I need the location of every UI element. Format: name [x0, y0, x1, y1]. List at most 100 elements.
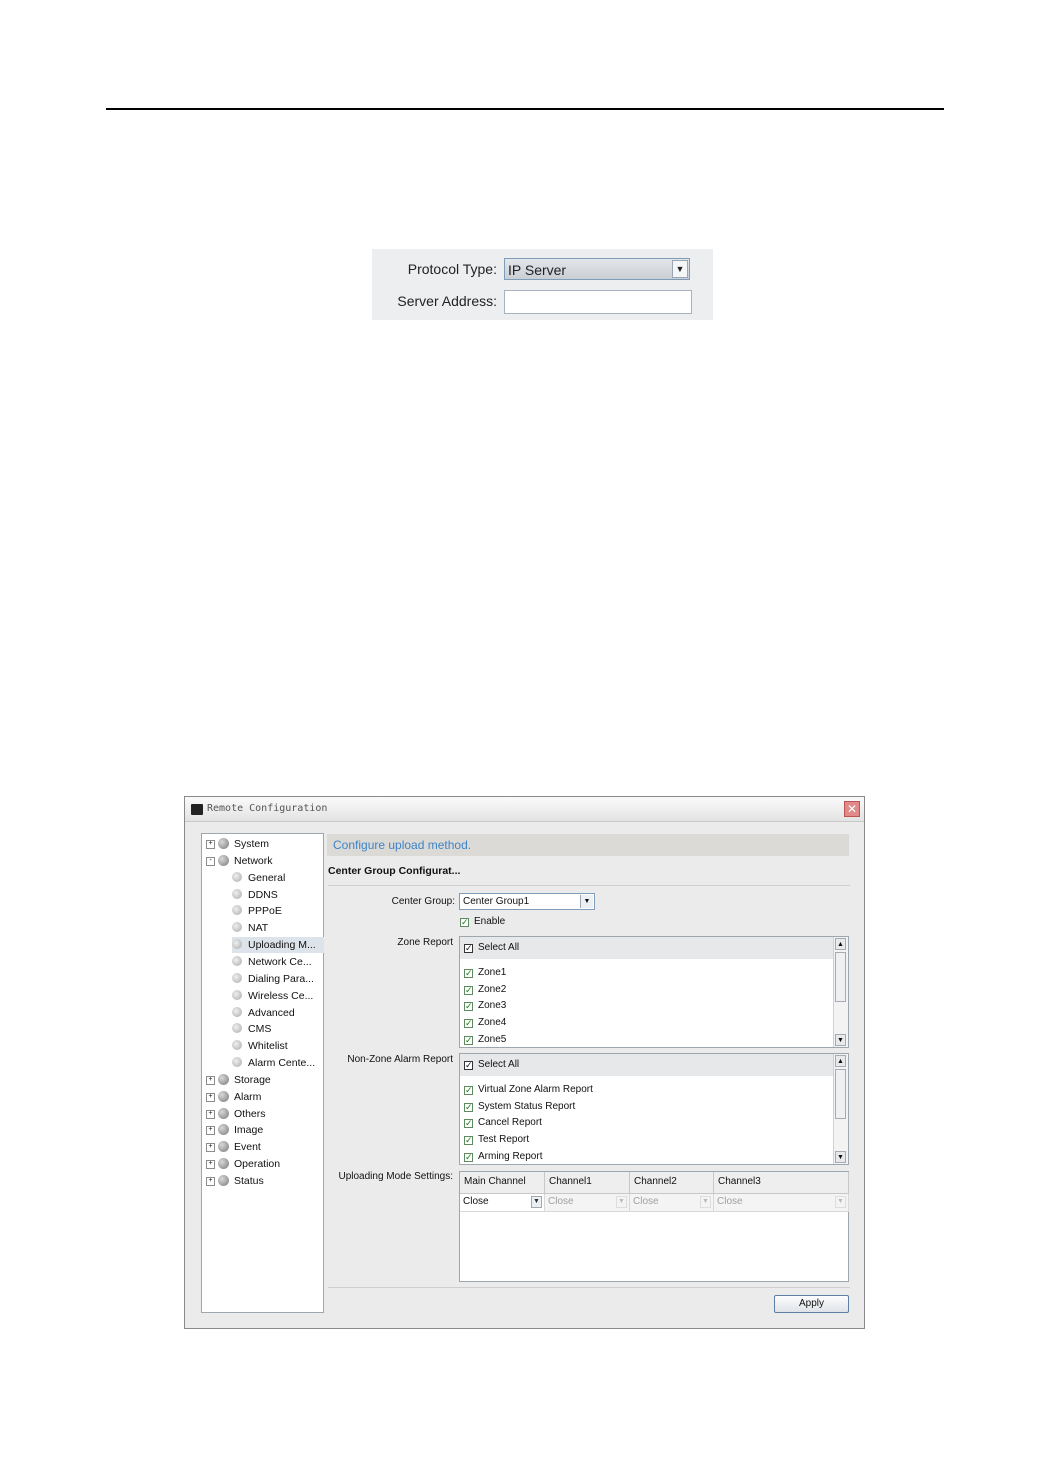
list-item-label: Cancel Report: [478, 1117, 542, 1129]
channel-mode-value: Close: [717, 1196, 743, 1207]
remote-configuration-window: Remote Configuration ✕ + System - Network Ge…: [184, 796, 865, 1329]
expand-icon[interactable]: +: [206, 1177, 215, 1186]
expand-icon[interactable]: +: [206, 1143, 215, 1153]
tree-item[interactable]: + Storage: [206, 1072, 271, 1088]
gear-icon: [232, 1040, 242, 1051]
list-item-label: System Status Report: [478, 1100, 576, 1112]
gear-icon: [232, 1057, 242, 1068]
column-header: Channel1: [545, 1172, 630, 1194]
item-checkbox[interactable]: ✓: [464, 1002, 473, 1012]
close-icon[interactable]: ✕: [844, 801, 860, 817]
item-checkbox[interactable]: ✓: [464, 1153, 473, 1162]
select-all-checkbox[interactable]: ✓: [464, 944, 473, 953]
chevron-down-icon[interactable]: ▼: [531, 1196, 542, 1208]
tree-item[interactable]: Whitelist: [232, 1038, 288, 1054]
scroll-thumb[interactable]: [835, 1069, 846, 1119]
tree-item-label: System: [234, 838, 270, 850]
center-group-value: Center Group1: [463, 896, 530, 907]
scroll-down-icon[interactable]: ▼: [835, 1151, 846, 1163]
tree-item[interactable]: + Operation: [206, 1156, 281, 1172]
config-tree: + System - Network General DDNS PPPoE NAT Upload…: [201, 833, 324, 1313]
folder-gear-icon: [218, 1175, 229, 1186]
expand-icon[interactable]: +: [206, 840, 215, 849]
enable-checkbox[interactable]: ✓: [460, 918, 469, 927]
item-checkbox[interactable]: ✓: [464, 968, 473, 978]
scroll-down-icon[interactable]: ▼: [835, 1034, 846, 1046]
item-checkbox[interactable]: ✓: [464, 1102, 473, 1112]
tree-item-label: Image: [234, 1124, 264, 1137]
tree-item[interactable]: Alarm Cente...: [232, 1055, 315, 1071]
item-checkbox[interactable]: ✓: [464, 1119, 473, 1129]
tree-item[interactable]: Wireless Ce...: [232, 988, 313, 1004]
folder-gear-icon: [218, 838, 229, 849]
tree-item-label: General: [248, 871, 286, 884]
tree-item[interactable]: Dialing Para...: [232, 971, 314, 987]
banner: Configure upload method.: [327, 834, 849, 856]
item-checkbox[interactable]: ✓: [464, 1085, 473, 1095]
channel-mode-value: Close: [463, 1196, 489, 1207]
expand-icon[interactable]: +: [206, 1109, 215, 1119]
tree-item-label: Alarm: [234, 1090, 262, 1103]
tree-item[interactable]: CMS: [232, 1021, 271, 1037]
apply-button[interactable]: Apply: [774, 1295, 849, 1313]
collapse-icon[interactable]: -: [206, 856, 215, 866]
server-address-input[interactable]: [504, 290, 692, 314]
item-checkbox[interactable]: ✓: [464, 985, 473, 995]
tree-item[interactable]: + Others: [206, 1106, 266, 1122]
divider: [328, 1287, 850, 1288]
tree-item-label: Network: [234, 854, 273, 867]
center-group-select[interactable]: Center Group1 ▼: [459, 893, 595, 910]
tree-item[interactable]: Uploading M...: [232, 937, 324, 954]
tree-item-label: Event: [234, 1141, 261, 1154]
page-rule: [106, 108, 944, 110]
chevron-down-icon[interactable]: ▼: [672, 260, 688, 278]
gear-icon: [232, 922, 242, 933]
folder-gear-icon: [218, 1090, 229, 1102]
protocol-type-value: IP Server: [508, 262, 567, 278]
chevron-down-icon[interactable]: ▼: [580, 895, 593, 908]
tree-item[interactable]: Network Ce...: [232, 954, 312, 970]
list-item-label: Select All: [478, 942, 520, 953]
list-item-label: Virtual Zone Alarm Report: [478, 1083, 593, 1095]
tree-item[interactable]: NAT: [232, 920, 268, 936]
tree-item-label: Status: [234, 1175, 264, 1187]
expand-icon[interactable]: +: [206, 1126, 215, 1136]
tree-item-label: Operation: [234, 1158, 281, 1171]
tree-item[interactable]: + Event: [206, 1139, 261, 1155]
tree-item[interactable]: DDNS: [232, 887, 278, 903]
tree-item-label: CMS: [248, 1023, 272, 1036]
item-checkbox[interactable]: ✓: [464, 1136, 473, 1146]
item-checkbox[interactable]: ✓: [464, 1036, 473, 1045]
scrollbar[interactable]: ▲ ▼: [833, 1054, 848, 1164]
tree-item-label: PPPoE: [248, 905, 282, 918]
channel-mode-select[interactable]: Close ▼: [460, 1194, 545, 1212]
scrollbar[interactable]: ▲ ▼: [833, 937, 848, 1047]
divider: [328, 885, 850, 886]
tree-item[interactable]: Advanced: [232, 1005, 295, 1021]
list-item-label: Zone2: [478, 983, 507, 995]
expand-icon[interactable]: +: [206, 1075, 215, 1085]
scroll-up-icon[interactable]: ▲: [835, 1055, 846, 1067]
tree-item-label: DDNS: [248, 888, 278, 901]
channel-mode-value: Close: [548, 1196, 574, 1207]
expand-icon[interactable]: +: [206, 1092, 215, 1102]
tree-item[interactable]: - Network: [206, 853, 273, 869]
tree-item[interactable]: + System: [206, 836, 270, 852]
gear-icon: [232, 1023, 242, 1034]
section-title: Center Group Configurat...: [328, 865, 461, 877]
item-checkbox[interactable]: ✓: [464, 1019, 473, 1029]
tree-item[interactable]: General: [232, 870, 285, 886]
scroll-up-icon[interactable]: ▲: [835, 938, 846, 950]
scroll-thumb[interactable]: [835, 952, 846, 1002]
list-item-label: Zone5: [478, 1034, 507, 1045]
tree-item[interactable]: + Alarm: [206, 1089, 262, 1105]
channel-mode-select: Close ▼: [545, 1194, 630, 1212]
app-icon: [191, 804, 203, 815]
protocol-type-select[interactable]: IP Server ▼: [504, 258, 690, 280]
tree-item[interactable]: + Status: [206, 1173, 264, 1189]
list-item-label: Test Report: [478, 1134, 530, 1146]
expand-icon[interactable]: +: [206, 1160, 215, 1170]
select-all-checkbox[interactable]: ✓: [464, 1061, 473, 1070]
tree-item[interactable]: PPPoE: [232, 903, 282, 919]
tree-item[interactable]: + Image: [206, 1122, 264, 1138]
